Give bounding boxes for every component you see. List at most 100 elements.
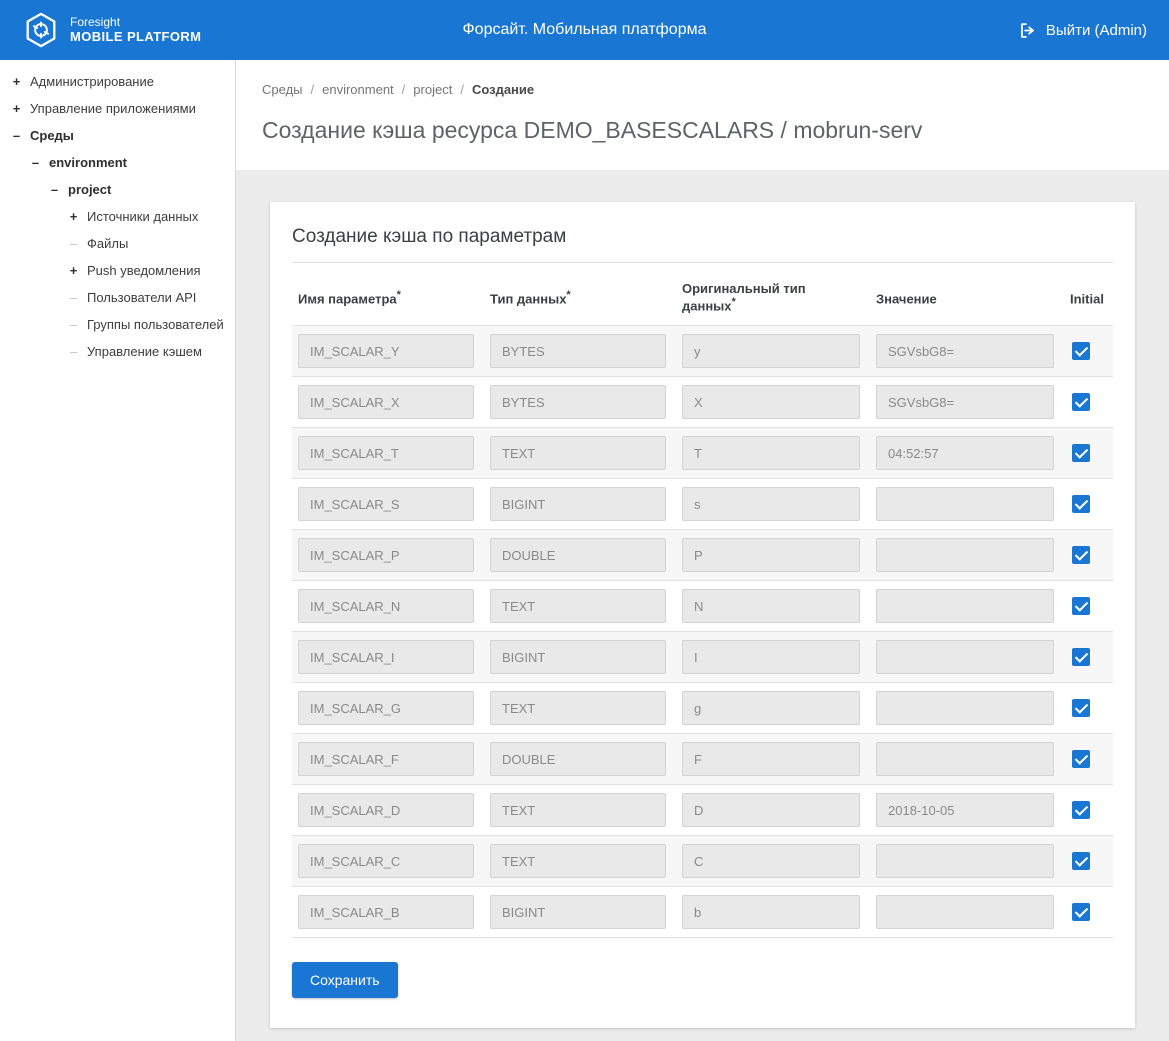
initial-checkbox[interactable] xyxy=(1072,546,1090,564)
sidebar-item-label: Файлы xyxy=(87,236,128,251)
sidebar-item[interactable]: – Группы пользователей xyxy=(0,311,235,338)
param-original-type-input xyxy=(682,844,860,878)
param-original-type-input xyxy=(682,334,860,368)
sidebar-item-label: Управление приложениями xyxy=(30,101,196,116)
breadcrumb-item[interactable]: Создание xyxy=(452,82,534,97)
tree-toggle-icon[interactable]: – xyxy=(67,317,80,332)
sidebar-item-label: Пользователи API xyxy=(87,290,196,305)
param-type-input xyxy=(490,538,666,572)
param-original-type-input xyxy=(682,742,860,776)
param-row xyxy=(292,529,1113,580)
sidebar-item[interactable]: – Пользователи API xyxy=(0,284,235,311)
param-value-input xyxy=(876,742,1054,776)
content-scroll-area[interactable]: Создание кэша по параметрам Имя параметр… xyxy=(236,170,1169,1041)
param-original-type-input xyxy=(682,691,860,725)
sidebar-item[interactable]: – environment xyxy=(0,149,235,176)
sidebar-item[interactable]: + Администрирование xyxy=(0,68,235,95)
page-title: Создание кэша ресурса DEMO_BASESCALARS /… xyxy=(262,117,1143,144)
sidebar: + Администрирование + Управление приложе… xyxy=(0,60,236,1041)
breadcrumb-item[interactable]: project xyxy=(394,82,453,97)
tree-toggle-icon[interactable]: + xyxy=(10,74,23,89)
tree-toggle-icon[interactable]: – xyxy=(67,236,80,251)
param-type-input xyxy=(490,844,666,878)
param-original-type-input xyxy=(682,487,860,521)
param-value-input xyxy=(876,538,1054,572)
tree-toggle-icon[interactable]: + xyxy=(67,263,80,278)
sidebar-item-label: Администрирование xyxy=(30,74,154,89)
tree-toggle-icon[interactable]: – xyxy=(29,155,42,170)
column-header-label: Значение xyxy=(876,291,937,306)
param-row xyxy=(292,376,1113,427)
param-original-type-input xyxy=(682,640,860,674)
sidebar-item-label: Источники данных xyxy=(87,209,198,224)
sidebar-item[interactable]: + Источники данных xyxy=(0,203,235,230)
param-value-input xyxy=(876,385,1054,419)
tree-toggle-icon[interactable]: – xyxy=(48,182,61,197)
breadcrumb: СредыenvironmentprojectСоздание xyxy=(262,82,1143,97)
required-asterisk: * xyxy=(732,296,736,308)
sidebar-item[interactable]: + Push уведомления xyxy=(0,257,235,284)
param-name-input xyxy=(298,589,474,623)
param-row xyxy=(292,478,1113,529)
tree-toggle-icon[interactable]: – xyxy=(67,344,80,359)
sidebar-item[interactable]: – project xyxy=(0,176,235,203)
tree-toggle-icon[interactable]: – xyxy=(10,128,23,143)
param-value-input xyxy=(876,589,1054,623)
logout-icon xyxy=(1018,21,1037,40)
sidebar-item-label: Управление кэшем xyxy=(87,344,202,359)
initial-checkbox[interactable] xyxy=(1072,444,1090,462)
param-type-input xyxy=(490,793,666,827)
page-head: СредыenvironmentprojectСоздание Создание… xyxy=(236,60,1169,170)
initial-checkbox[interactable] xyxy=(1072,750,1090,768)
table-header-row: Имя параметра* Тип данных* Оригинальный … xyxy=(292,263,1113,325)
param-type-input xyxy=(490,691,666,725)
column-header: Initial xyxy=(1070,289,1107,306)
tree-toggle-icon[interactable]: + xyxy=(67,209,80,224)
param-row xyxy=(292,325,1113,376)
param-name-input xyxy=(298,334,474,368)
param-row xyxy=(292,682,1113,733)
sidebar-item[interactable]: + Управление приложениями xyxy=(0,95,235,122)
sidebar-item[interactable]: – Среды xyxy=(0,122,235,149)
param-original-type-input xyxy=(682,385,860,419)
param-name-input xyxy=(298,436,474,470)
sidebar-item-label: Среды xyxy=(30,128,74,143)
param-row xyxy=(292,835,1113,886)
column-header-label: Initial xyxy=(1070,291,1104,306)
logout-button[interactable]: Выйти (Admin) xyxy=(1018,21,1147,40)
breadcrumb-item[interactable]: Среды xyxy=(262,82,303,97)
sidebar-item[interactable]: – Файлы xyxy=(0,230,235,257)
initial-checkbox[interactable] xyxy=(1072,903,1090,921)
param-value-input xyxy=(876,334,1054,368)
breadcrumb-item[interactable]: environment xyxy=(303,82,394,97)
sidebar-tree: + Администрирование + Управление приложе… xyxy=(0,68,235,365)
param-value-input xyxy=(876,895,1054,929)
initial-checkbox[interactable] xyxy=(1072,393,1090,411)
param-row xyxy=(292,631,1113,682)
param-type-input xyxy=(490,487,666,521)
param-value-input xyxy=(876,691,1054,725)
required-asterisk: * xyxy=(566,289,570,301)
initial-checkbox[interactable] xyxy=(1072,342,1090,360)
sidebar-item-label: Push уведомления xyxy=(87,263,201,278)
tree-toggle-icon[interactable]: – xyxy=(67,290,80,305)
tree-toggle-icon[interactable]: + xyxy=(10,101,23,116)
sidebar-item[interactable]: – Управление кэшем xyxy=(0,338,235,365)
initial-checkbox[interactable] xyxy=(1072,495,1090,513)
param-value-input xyxy=(876,436,1054,470)
save-button[interactable]: Сохранить xyxy=(292,962,398,998)
sidebar-item-label: project xyxy=(68,182,111,197)
param-row xyxy=(292,784,1113,835)
brand-bottom-label: MOBILE PLATFORM xyxy=(70,29,201,45)
param-name-input xyxy=(298,640,474,674)
sidebar-item-label: environment xyxy=(49,155,127,170)
initial-checkbox[interactable] xyxy=(1072,648,1090,666)
param-row xyxy=(292,580,1113,631)
initial-checkbox[interactable] xyxy=(1072,852,1090,870)
param-type-input xyxy=(490,436,666,470)
card-title: Создание кэша по параметрам xyxy=(292,226,1113,263)
param-name-input xyxy=(298,691,474,725)
initial-checkbox[interactable] xyxy=(1072,597,1090,615)
initial-checkbox[interactable] xyxy=(1072,801,1090,819)
initial-checkbox[interactable] xyxy=(1072,699,1090,717)
